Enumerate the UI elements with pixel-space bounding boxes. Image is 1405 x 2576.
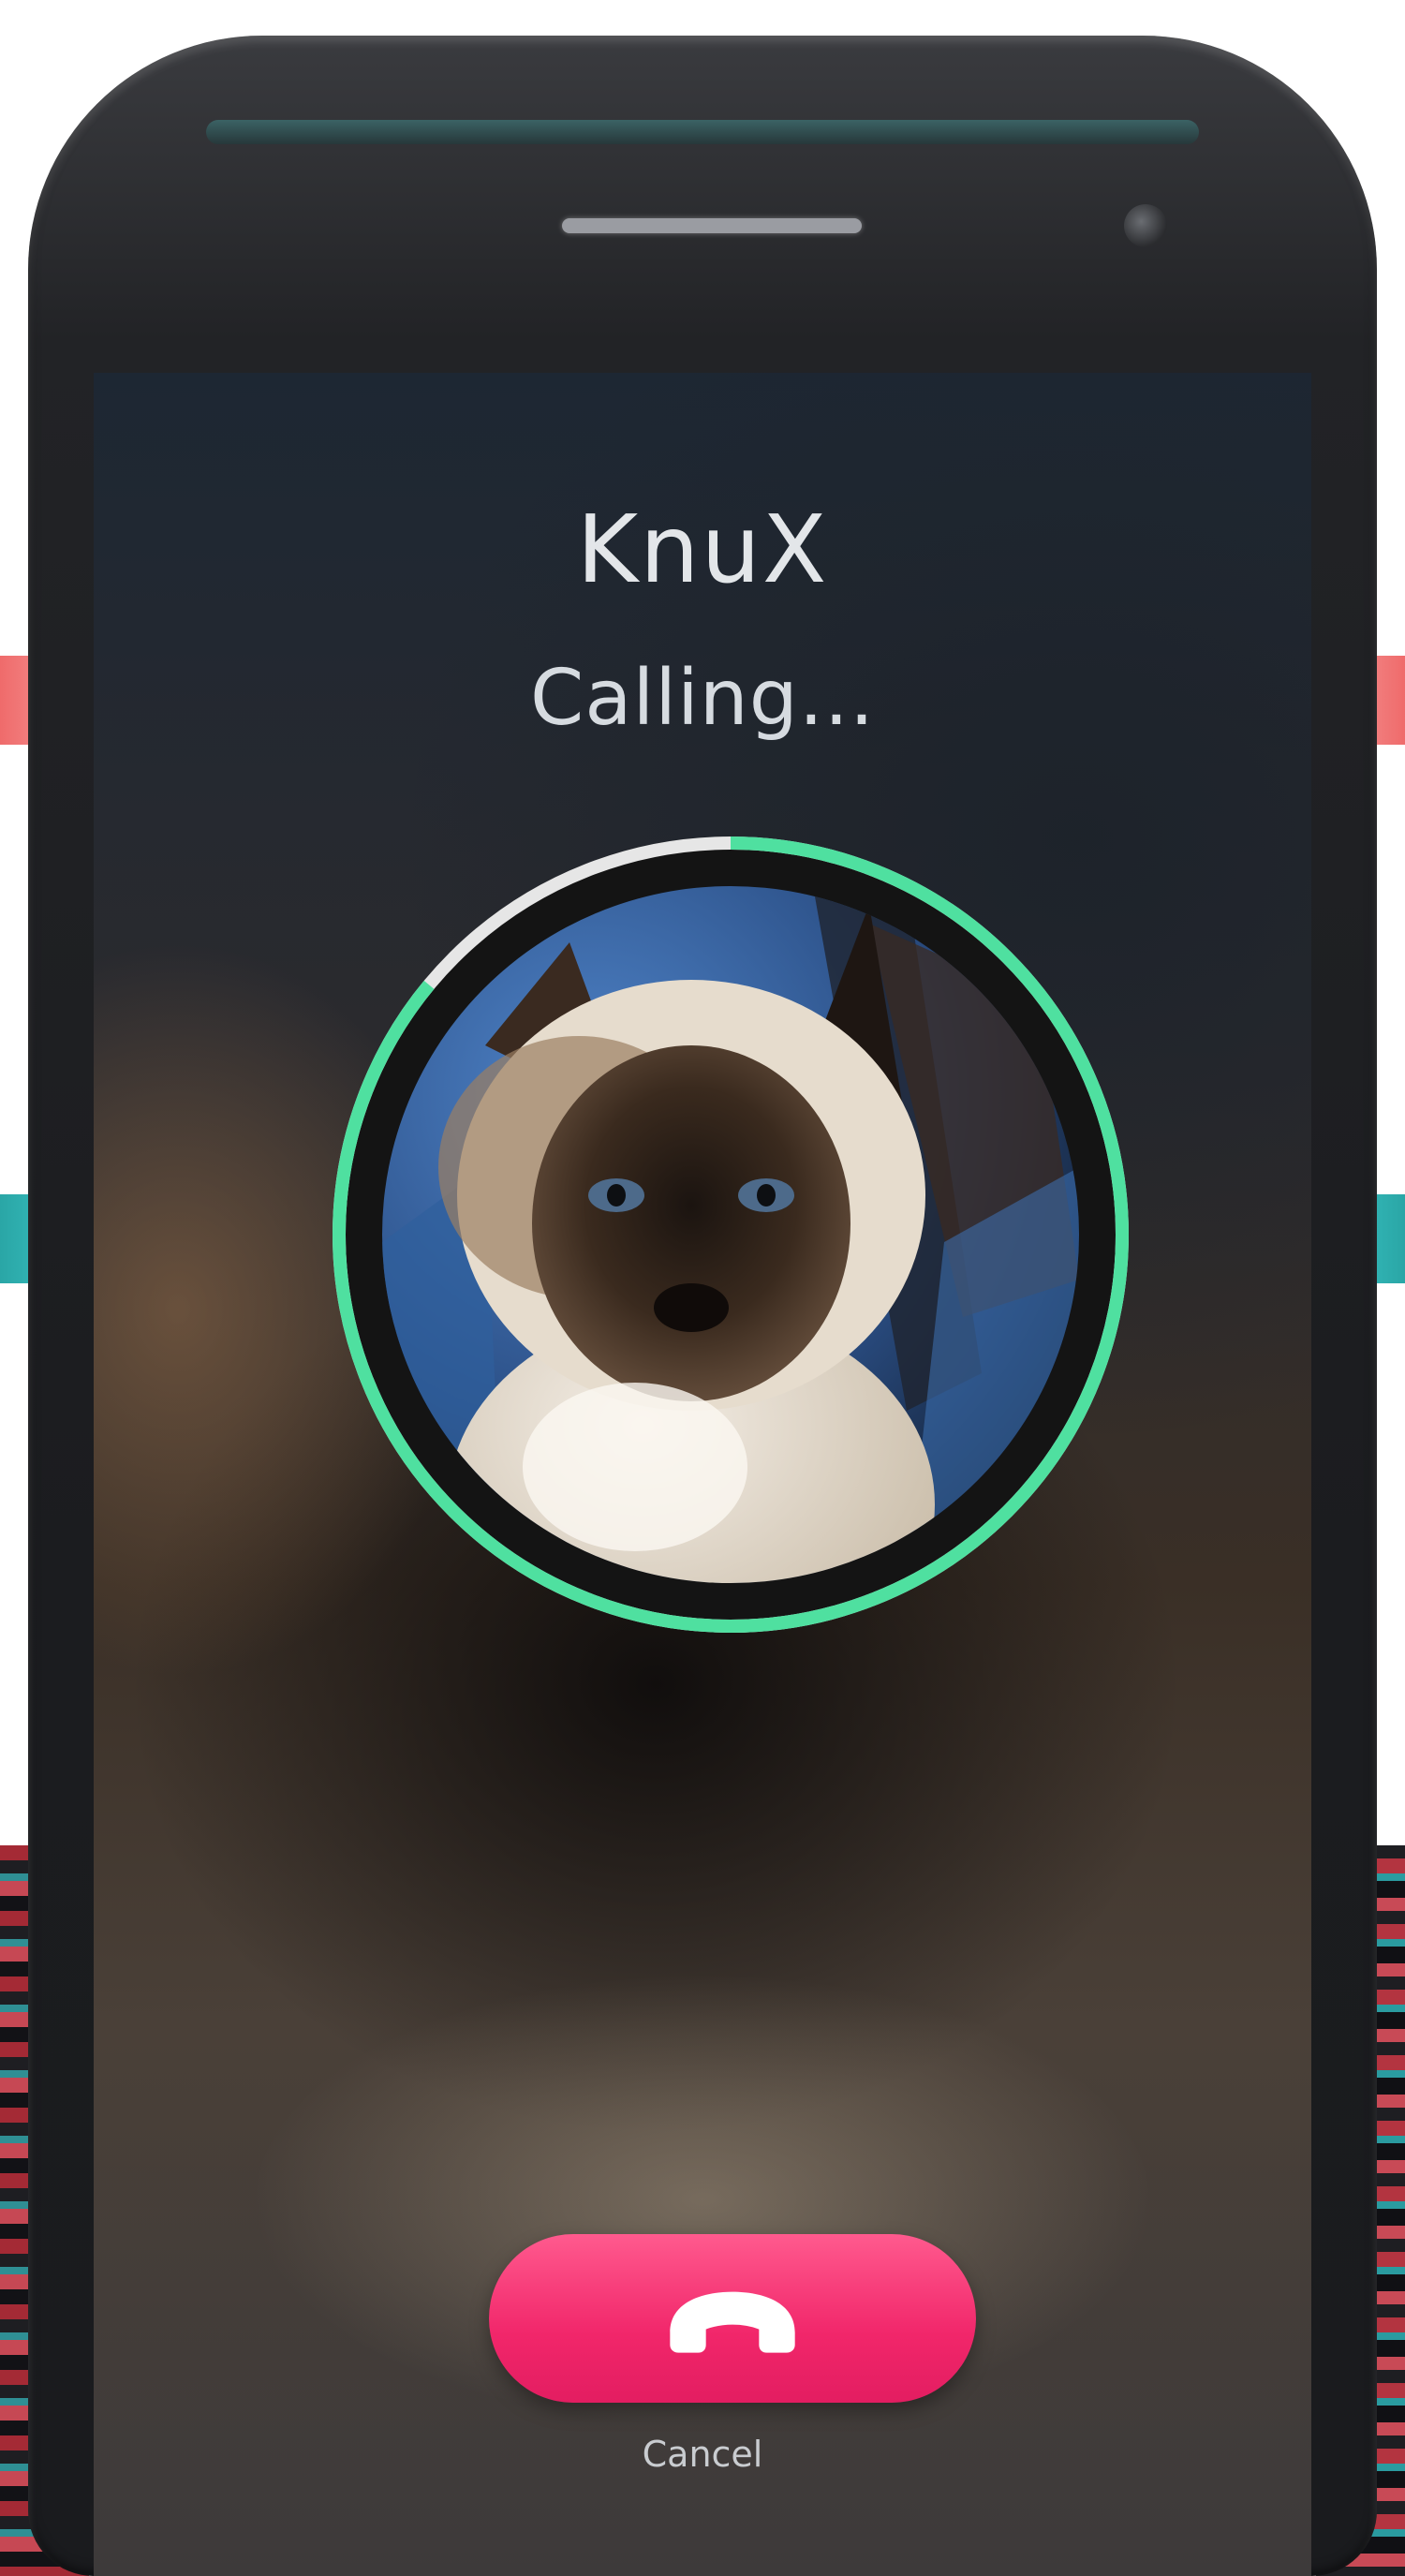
phone-rim: [206, 120, 1199, 144]
phone-hangup-icon: [670, 2291, 795, 2353]
call-status: Calling...: [529, 654, 876, 743]
phone-frame: KnuX Calling... Cancel: [28, 36, 1377, 2576]
caller-name: KnuX: [576, 495, 829, 604]
app-screenshot: KnuX Calling... Cancel: [0, 0, 1405, 2576]
front-camera: [1124, 204, 1167, 247]
call-screen: KnuX Calling... Cancel: [94, 373, 1311, 2576]
cat-photo-avatar: [382, 886, 1079, 1583]
earpiece-speaker: [562, 218, 862, 233]
end-call-button[interactable]: [489, 2234, 976, 2403]
cancel-label: Cancel: [642, 2434, 763, 2475]
contact-avatar[interactable]: [382, 886, 1079, 1583]
